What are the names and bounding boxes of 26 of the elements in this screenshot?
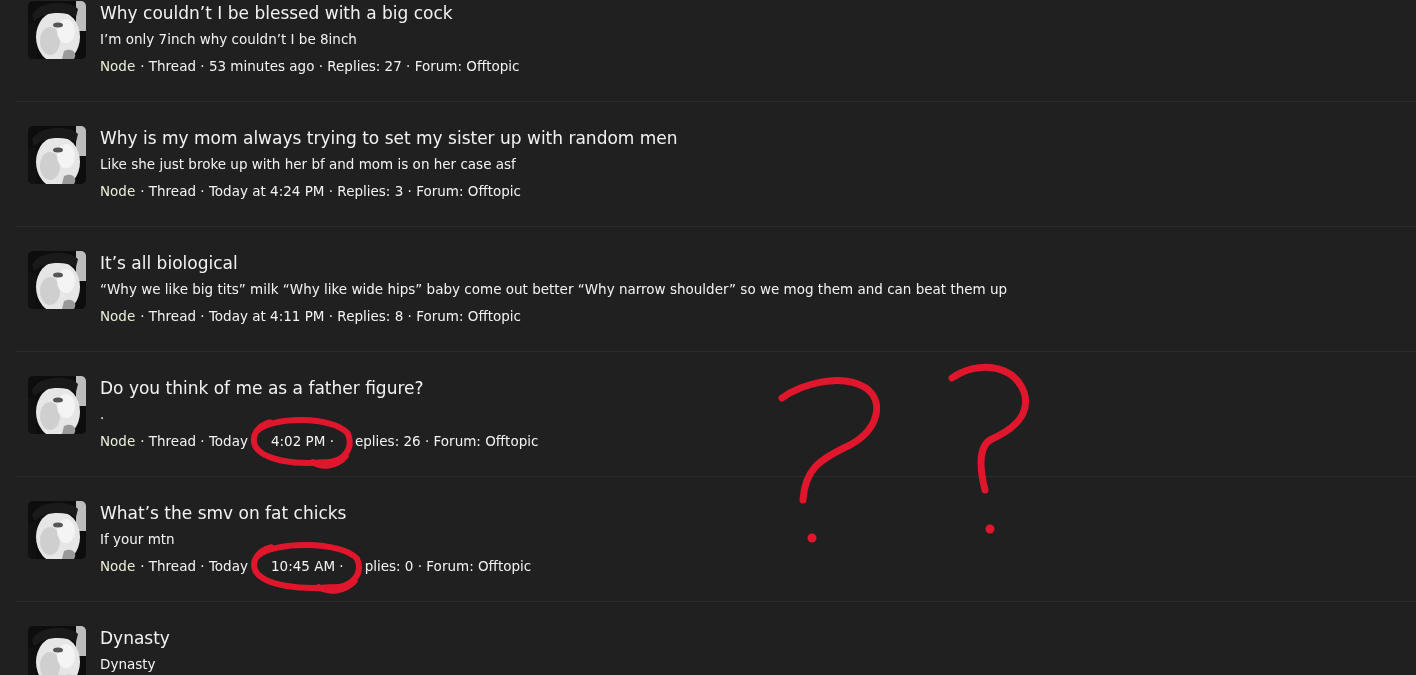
- thread-details: plies: 0 · Forum: Offtopic: [364, 557, 532, 576]
- thread-details: · Thread · Today: [140, 432, 248, 451]
- thread-details: · Thread · Today at 4:24 PM · Replies: 3 · Forum: Offtopic: [140, 182, 521, 201]
- thread-title[interactable]: What’s the smv on fat chicks: [100, 501, 532, 525]
- node-label: Node: [100, 307, 136, 326]
- thread-snippet: .: [100, 405, 106, 424]
- node-label: Node: [100, 57, 136, 76]
- thread-snippet: Dynasty: [100, 655, 157, 674]
- thread-snippet: If your mtn: [100, 530, 176, 549]
- thread-title[interactable]: Dynasty: [100, 626, 170, 650]
- thread-details: · Thread · Today at 4:11 PM · Replies: 8 · Forum: Offtopic: [140, 307, 521, 326]
- thread-snippet: Like she just broke up with her bf and mom is on her case asf: [100, 155, 517, 174]
- thread-details: 4:02 PM ·: [270, 433, 334, 449]
- thread-title[interactable]: It’s all biological: [100, 251, 1008, 275]
- node-label: Node: [100, 182, 136, 201]
- thread-details: · Thread · 53 minutes ago · Replies: 27 · Forum: Offtopic: [140, 57, 520, 76]
- thread-snippet: “Why we like big tits” milk “Why like wide hips” baby come out better “Why narrow shoulder” so we mog them and can beat them up: [100, 280, 1008, 299]
- thread-title[interactable]: Why couldn’t I be blessed with a big cock: [100, 1, 520, 25]
- thread-title[interactable]: Why is my mom always trying to set my sister up with random men: [100, 126, 678, 150]
- thread-details: 10:45 AM ·: [270, 558, 344, 574]
- thread-details: eplies: 26 · Forum: Offtopic: [354, 432, 539, 451]
- node-label: Node: [100, 432, 136, 451]
- thread-snippet: I’m only 7inch why couldn’t I be 8inch: [100, 30, 358, 49]
- node-label: Node: [100, 557, 136, 576]
- thread-title[interactable]: Do you think of me as a father figure?: [100, 376, 539, 400]
- thread-details: · Thread · Today: [140, 557, 248, 576]
